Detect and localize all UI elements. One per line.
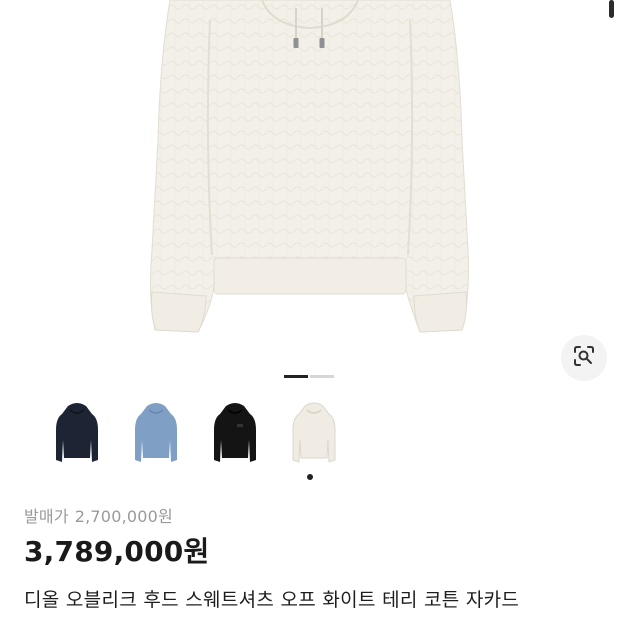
scroll-indicator[interactable] (609, 0, 614, 18)
color-option-light-blue[interactable] (127, 398, 184, 468)
list-price: 발매가 2,700,000원 (24, 503, 179, 527)
color-options (48, 398, 342, 468)
list-price-value: 2,700,000원 (74, 507, 173, 526)
color-option-navy[interactable] (48, 398, 105, 468)
product-title: 디올 오블리크 후드 스웨트셔츠 오프 화이트 테리 코튼 자카드 (24, 589, 520, 611)
hoodie-thumbnail-black (213, 403, 256, 462)
list-price-label: 발매가 (24, 507, 69, 526)
product-hoodie-image (150, 0, 469, 333)
product-image-gallery[interactable] (0, 0, 620, 360)
selected-color-indicator (307, 474, 313, 480)
image-pager (284, 375, 334, 378)
hoodie-thumbnail-navy (55, 403, 98, 462)
pager-dot[interactable] (310, 375, 334, 378)
color-option-off-white[interactable] (285, 398, 342, 468)
hoodie-thumbnail-off-white (292, 402, 335, 463)
sale-price: 3,789,000원 (24, 535, 210, 568)
color-option-black[interactable] (206, 398, 263, 468)
pager-dot-active[interactable] (284, 375, 308, 378)
visual-search-icon (572, 344, 596, 372)
hoodie-thumbnail-light-blue (134, 403, 177, 462)
visual-search-button[interactable] (561, 335, 607, 381)
